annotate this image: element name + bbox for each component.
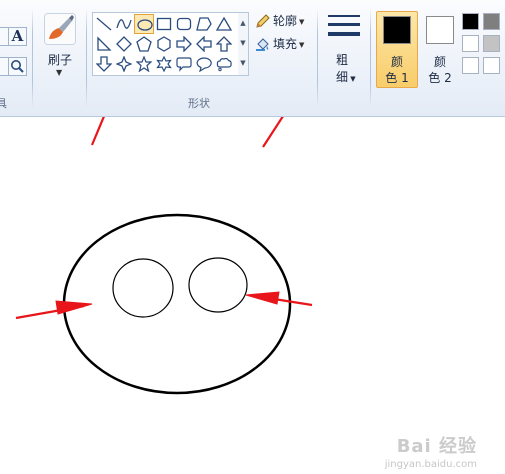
size-label-bottom-text: 细 bbox=[336, 70, 349, 84]
shapes-gallery bbox=[92, 12, 240, 76]
brush-label: 刷子 bbox=[47, 53, 72, 67]
shape-star-five-icon[interactable] bbox=[134, 54, 154, 74]
shape-hexagon-icon[interactable] bbox=[154, 34, 174, 54]
fill-button[interactable]: 填充 ▼ bbox=[255, 35, 304, 53]
text-tool-button[interactable]: A bbox=[8, 27, 27, 46]
color2-label-bottom: 色 2 bbox=[428, 71, 452, 85]
separator bbox=[86, 8, 87, 108]
shape-diamond-icon[interactable] bbox=[114, 34, 134, 54]
watermark-text: Bai 经验 bbox=[396, 436, 477, 457]
canvas-drawing bbox=[15, 117, 313, 395]
gallery-expand-icon[interactable]: ▼ bbox=[239, 54, 247, 73]
arrow-to-face-right-head bbox=[245, 291, 280, 305]
brush-button[interactable]: 刷子 ▼ bbox=[40, 10, 78, 84]
color2-swatch bbox=[426, 16, 454, 44]
drawing-canvas[interactable]: Bai 经验 jingyan.baidu.com bbox=[0, 117, 505, 474]
color2-label-top: 颜 bbox=[433, 55, 446, 69]
chevron-down-icon: ▼ bbox=[299, 17, 305, 26]
color1-swatch bbox=[383, 16, 411, 44]
shape-arrow-up-icon[interactable] bbox=[214, 34, 234, 54]
tools-group-label: 具 bbox=[0, 97, 7, 110]
outline-label: 轮廓 bbox=[273, 14, 298, 28]
size-line-thick bbox=[328, 32, 360, 36]
color2-button[interactable]: 颜 色 2 bbox=[419, 11, 461, 88]
separator bbox=[370, 8, 371, 108]
outline-button[interactable]: 轮廓 ▼ bbox=[255, 12, 304, 30]
shape-arrow-left-icon[interactable] bbox=[194, 34, 214, 54]
size-line-medium bbox=[328, 23, 360, 26]
size-label-top: 粗 bbox=[336, 53, 349, 67]
palette-color-white[interactable] bbox=[462, 35, 479, 52]
shape-arrow-right-icon[interactable] bbox=[174, 34, 194, 54]
drawn-right-eye-circle bbox=[188, 257, 248, 313]
shape-rounded-rectangle-icon[interactable] bbox=[174, 14, 194, 34]
palette-color-empty[interactable] bbox=[462, 57, 479, 74]
drawn-face-oval bbox=[62, 213, 292, 395]
shape-polygon-icon[interactable] bbox=[194, 14, 214, 34]
ribbon-toolbar: A 具 刷子 ▼ ▲ ▼ ▼ 轮廓 ▼ 填充 ▼ 粗 细 ▼ 颜 色 1 颜 色… bbox=[0, 0, 505, 117]
palette-color-light-gray[interactable] bbox=[483, 35, 500, 52]
shape-rectangle-icon[interactable] bbox=[154, 14, 174, 34]
color1-label-top: 颜 bbox=[390, 55, 403, 69]
size-button[interactable]: 粗 细 ▼ bbox=[322, 10, 366, 86]
shape-triangle-icon[interactable] bbox=[214, 14, 234, 34]
size-line-thin bbox=[328, 15, 360, 17]
shape-callout-oval-icon[interactable] bbox=[194, 54, 214, 74]
scroll-up-icon[interactable]: ▲ bbox=[239, 14, 247, 33]
shape-callout-rounded-icon[interactable] bbox=[174, 54, 194, 74]
color1-button[interactable]: 颜 色 1 bbox=[376, 11, 418, 88]
shape-oval-icon[interactable] bbox=[134, 14, 154, 34]
chevron-down-icon: ▼ bbox=[348, 75, 356, 83]
shape-pentagon-icon[interactable] bbox=[134, 34, 154, 54]
shape-star-six-icon[interactable] bbox=[154, 54, 174, 74]
pencil-outline-icon bbox=[255, 13, 271, 29]
drawn-left-eye-circle bbox=[112, 258, 174, 318]
size-label-bottom: 细 ▼ bbox=[336, 68, 356, 85]
arrow-to-oval-tool bbox=[90, 117, 105, 146]
brush-icon bbox=[44, 13, 76, 45]
chevron-down-icon: ▼ bbox=[56, 68, 63, 77]
shape-callout-cloud-icon[interactable] bbox=[214, 54, 234, 74]
shape-curve-icon[interactable] bbox=[114, 14, 134, 34]
palette-color-empty[interactable] bbox=[483, 57, 500, 74]
shape-star-four-icon[interactable] bbox=[114, 54, 134, 74]
chevron-down-icon: ▼ bbox=[299, 40, 305, 49]
shapes-gallery-scrollbar[interactable]: ▲ ▼ ▼ bbox=[238, 12, 249, 76]
watermark-url: jingyan.baidu.com bbox=[384, 459, 477, 470]
shape-line-icon[interactable] bbox=[94, 14, 114, 34]
separator bbox=[32, 8, 33, 108]
shape-right-triangle-icon[interactable] bbox=[94, 34, 114, 54]
palette-color-gray[interactable] bbox=[483, 13, 500, 30]
magnifier-icon bbox=[11, 60, 24, 73]
arrow-to-size-tool bbox=[262, 117, 284, 148]
palette-color-black[interactable] bbox=[462, 13, 479, 30]
fill-label: 填充 bbox=[273, 37, 298, 51]
separator bbox=[317, 8, 318, 108]
annotation-arrows bbox=[15, 117, 313, 320]
scroll-down-icon[interactable]: ▼ bbox=[239, 34, 247, 53]
paint-bucket-icon bbox=[255, 36, 271, 52]
color1-label-bottom: 色 1 bbox=[385, 71, 409, 85]
arrow-to-face-left-head bbox=[55, 300, 93, 315]
magnifier-button[interactable] bbox=[8, 57, 27, 76]
shape-arrow-down-icon[interactable] bbox=[94, 54, 114, 74]
shapes-group-label: 形状 bbox=[188, 97, 210, 110]
